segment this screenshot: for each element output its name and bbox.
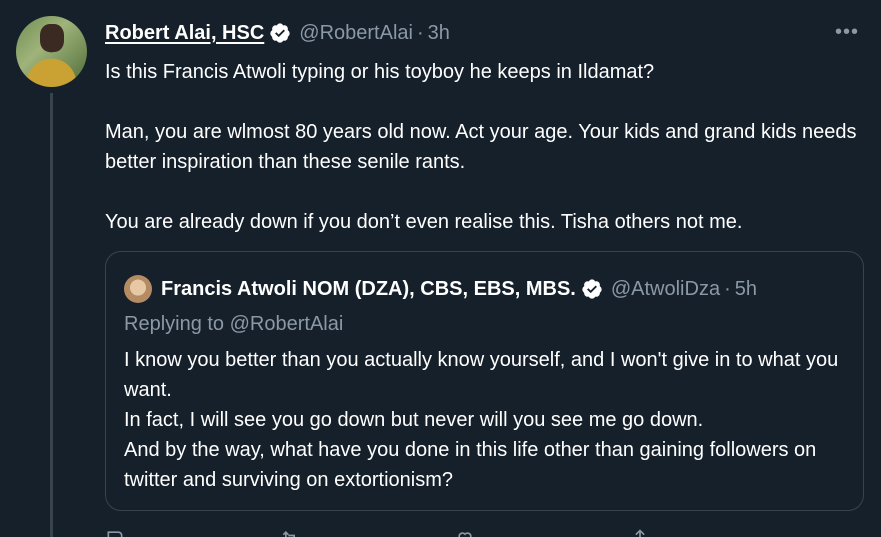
quoted-author-name: Francis Atwoli NOM (DZA), CBS, EBS, MBS. [161, 277, 576, 300]
like-icon[interactable] [455, 528, 630, 537]
tweet-content: Robert Alai, HSC @RobertAlai · 3h Is thi… [105, 18, 865, 237]
tweet-paragraph: Man, you are wlmost 80 years old now. Ac… [105, 121, 857, 173]
reply-icon[interactable] [105, 528, 280, 537]
verified-badge-icon [269, 22, 291, 44]
quoted-author-handle: @AtwoliDza [610, 277, 721, 300]
author-handle[interactable]: @RobertAlai [299, 22, 413, 45]
quoted-header: Francis Atwoli NOM (DZA), CBS, EBS, MBS.… [124, 274, 757, 304]
quoted-time: 5h [734, 277, 757, 300]
tweet-paragraph: Is this Francis Atwoli typing or his toy… [105, 61, 655, 83]
separator-dot: · [724, 277, 731, 300]
author-name[interactable]: Robert Alai, HSC [105, 22, 264, 45]
avatar[interactable] [16, 16, 87, 87]
more-options-icon[interactable]: ••• [835, 22, 859, 42]
share-icon[interactable] [630, 528, 805, 537]
tweet-time[interactable]: 3h [428, 22, 450, 45]
tweet-paragraph: You are already down if you don’t even r… [105, 211, 743, 233]
quoted-line: I know you better than you actually know… [124, 349, 839, 401]
verified-badge-icon [581, 278, 603, 300]
quoted-line: In fact, I will see you go down but neve… [124, 409, 704, 431]
quoted-text: I know you better than you actually know… [124, 345, 849, 495]
retweet-icon[interactable] [280, 528, 455, 537]
thread-line [50, 93, 53, 537]
quoted-tweet[interactable]: Francis Atwoli NOM (DZA), CBS, EBS, MBS.… [105, 251, 864, 511]
quoted-avatar [124, 275, 152, 303]
tweet-card[interactable]: Robert Alai, HSC @RobertAlai · 3h Is thi… [0, 0, 881, 537]
separator-dot: · [416, 21, 424, 44]
tweet-header: Robert Alai, HSC @RobertAlai · 3h [105, 18, 865, 48]
tweet-text: Is this Francis Atwoli typing or his toy… [105, 57, 865, 237]
replying-to: Replying to @RobertAlai [124, 313, 344, 335]
action-bar [105, 528, 805, 537]
quoted-line: And by the way, what have you done in th… [124, 439, 817, 491]
avatar-column [16, 16, 87, 87]
